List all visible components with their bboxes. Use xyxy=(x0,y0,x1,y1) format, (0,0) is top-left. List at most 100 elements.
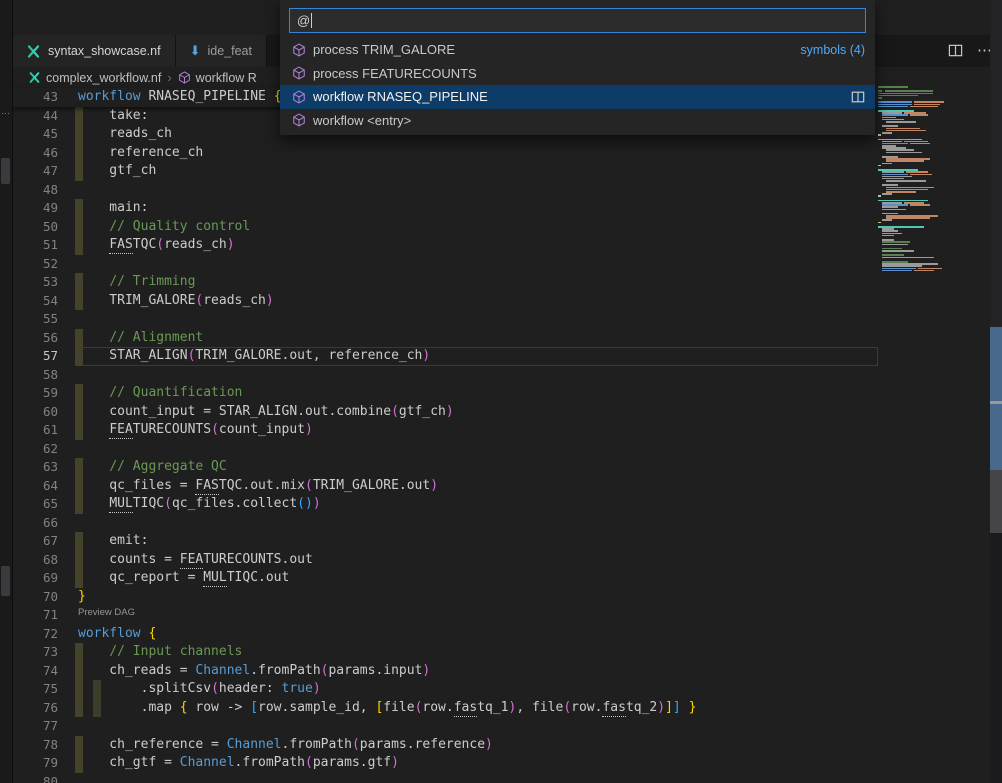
line-number[interactable]: 43 xyxy=(12,88,58,107)
code-line[interactable]: 71 xyxy=(12,606,878,625)
code-token: fas xyxy=(602,700,625,717)
line-number[interactable]: 53 xyxy=(12,273,58,292)
line-number[interactable]: 48 xyxy=(12,181,58,200)
line-number[interactable]: 67 xyxy=(12,532,58,551)
line-number[interactable]: 60 xyxy=(12,403,58,422)
tab-syntax-showcase[interactable]: syntax_showcase.nf xyxy=(12,35,176,67)
breadcrumb-symbol[interactable]: workflow R xyxy=(196,71,257,85)
quick-open-item[interactable]: process TRIM_GALOREsymbols (4) xyxy=(280,38,875,62)
line-number[interactable]: 47 xyxy=(12,162,58,181)
scrollbar-track[interactable] xyxy=(990,0,1002,783)
code-line[interactable]: 52 xyxy=(12,255,878,274)
line-number[interactable]: 65 xyxy=(12,495,58,514)
code-token: count_input = STAR_ALIGN.out.combine xyxy=(78,404,391,419)
codelens-preview-dag[interactable]: Preview DAG xyxy=(78,607,135,618)
line-number[interactable]: 62 xyxy=(12,440,58,459)
line-number[interactable]: 44 xyxy=(12,107,58,126)
left-rail-scrollbar-thumb-2[interactable] xyxy=(1,566,10,596)
line-number[interactable]: 75 xyxy=(12,680,58,699)
code-line[interactable]: 55 xyxy=(12,310,878,329)
tab-ide-features[interactable]: ⬇ ide_feat xyxy=(176,35,267,67)
code-line[interactable]: 70} xyxy=(12,588,878,607)
code-line[interactable]: 76 .map { row -> [row.sample_id, [file(r… xyxy=(12,699,878,718)
line-number[interactable]: 50 xyxy=(12,218,58,237)
code-line[interactable]: 53 // Trimming xyxy=(12,273,878,292)
line-number[interactable]: 61 xyxy=(12,421,58,440)
code-line[interactable]: 79 ch_gtf = Channel.fromPath(params.gtf) xyxy=(12,754,878,773)
code-line[interactable]: 51 FASTQC(reads_ch) xyxy=(12,236,878,255)
quick-open-item[interactable]: workflow <entry> xyxy=(280,109,875,133)
line-number[interactable]: 56 xyxy=(12,329,58,348)
breadcrumb-file[interactable]: complex_workflow.nf xyxy=(46,71,161,85)
code-line[interactable]: 68 counts = FEATURECOUNTS.out xyxy=(12,551,878,570)
line-number[interactable]: 80 xyxy=(12,773,58,783)
code-line[interactable]: 69 qc_report = MULTIQC.out xyxy=(12,569,878,588)
code-line[interactable]: 65 MULTIQC(qc_files.collect()) xyxy=(12,495,878,514)
line-number[interactable]: 66 xyxy=(12,514,58,533)
code-line[interactable]: 54 TRIM_GALORE(reads_ch) xyxy=(12,292,878,311)
line-number[interactable]: 76 xyxy=(12,699,58,718)
line-number[interactable]: 45 xyxy=(12,125,58,144)
code-line[interactable]: 47 gtf_ch xyxy=(12,162,878,181)
code-line[interactable]: 60 count_input = STAR_ALIGN.out.combine(… xyxy=(12,403,878,422)
line-number[interactable]: 52 xyxy=(12,255,58,274)
scrollbar-thumb-secondary[interactable] xyxy=(990,470,1002,533)
code-line[interactable]: 48 xyxy=(12,181,878,200)
code-token: // Input channels xyxy=(109,644,242,659)
code-token: workflow xyxy=(78,626,141,641)
quick-open-item-label: workflow RNASEQ_PIPELINE xyxy=(313,89,488,104)
split-editor-icon[interactable] xyxy=(946,41,964,59)
left-rail-more-icon[interactable]: … xyxy=(0,106,12,116)
code-line[interactable]: 64 qc_files = FASTQC.out.mix(TRIM_GALORE… xyxy=(12,477,878,496)
line-number[interactable]: 55 xyxy=(12,310,58,329)
line-number[interactable]: 51 xyxy=(12,236,58,255)
code-token: // Alignment xyxy=(109,330,203,345)
code-line[interactable]: 72workflow { xyxy=(12,625,878,644)
code-line[interactable]: 62 xyxy=(12,440,878,459)
code-line[interactable]: 59 // Quantification xyxy=(12,384,878,403)
line-number[interactable]: 70 xyxy=(12,588,58,607)
quick-open-input[interactable]: @ xyxy=(289,8,866,33)
code-line[interactable]: 50 // Quality control xyxy=(12,218,878,237)
code-line[interactable]: 77 xyxy=(12,717,878,736)
line-number[interactable]: 63 xyxy=(12,458,58,477)
scrollbar-thumb[interactable] xyxy=(990,327,1002,470)
code-line[interactable]: 75 .splitCsv(header: true) xyxy=(12,680,878,699)
line-number[interactable]: 57 xyxy=(12,347,58,366)
minimap[interactable] xyxy=(878,86,990,686)
line-number[interactable]: 49 xyxy=(12,199,58,218)
quick-open-item[interactable]: workflow RNASEQ_PIPELINE xyxy=(280,85,875,109)
code-line[interactable]: 46 reference_ch xyxy=(12,144,878,163)
code-line[interactable]: 74 ch_reads = Channel.fromPath(params.in… xyxy=(12,662,878,681)
open-to-side-icon[interactable] xyxy=(851,90,865,104)
line-number[interactable]: 68 xyxy=(12,551,58,570)
line-number[interactable]: 59 xyxy=(12,384,58,403)
line-number[interactable]: 46 xyxy=(12,144,58,163)
code-line[interactable]: 58 xyxy=(12,366,878,385)
code-editor[interactable]: 44 take:45 reads_ch46 reference_ch47 gtf… xyxy=(12,107,878,783)
line-number[interactable]: 54 xyxy=(12,292,58,311)
line-number[interactable]: 74 xyxy=(12,662,58,681)
code-line[interactable]: 80 xyxy=(12,773,878,783)
left-rail-scrollbar-thumb[interactable] xyxy=(1,158,10,184)
line-number[interactable]: 69 xyxy=(12,569,58,588)
code-line[interactable]: 67 emit: xyxy=(12,532,878,551)
line-number[interactable]: 58 xyxy=(12,366,58,385)
line-number[interactable]: 79 xyxy=(12,754,58,773)
code-line[interactable]: 78 ch_reference = Channel.fromPath(param… xyxy=(12,736,878,755)
line-number[interactable]: 73 xyxy=(12,643,58,662)
code-token: ( xyxy=(305,755,313,770)
code-line[interactable]: 57 STAR_ALIGN(TRIM_GALORE.out, reference… xyxy=(12,347,878,366)
line-number[interactable]: 77 xyxy=(12,717,58,736)
code-line[interactable]: 73 // Input channels xyxy=(12,643,878,662)
line-number[interactable]: 72 xyxy=(12,625,58,644)
line-number[interactable]: 64 xyxy=(12,477,58,496)
code-line[interactable]: 56 // Alignment xyxy=(12,329,878,348)
quick-open-item[interactable]: process FEATURECOUNTS xyxy=(280,62,875,86)
line-number[interactable]: 71 xyxy=(12,606,58,625)
line-number[interactable]: 78 xyxy=(12,736,58,755)
code-line[interactable]: 66 xyxy=(12,514,878,533)
code-line[interactable]: 63 // Aggregate QC xyxy=(12,458,878,477)
code-line[interactable]: 61 FEATURECOUNTS(count_input) xyxy=(12,421,878,440)
code-line[interactable]: 49 main: xyxy=(12,199,878,218)
